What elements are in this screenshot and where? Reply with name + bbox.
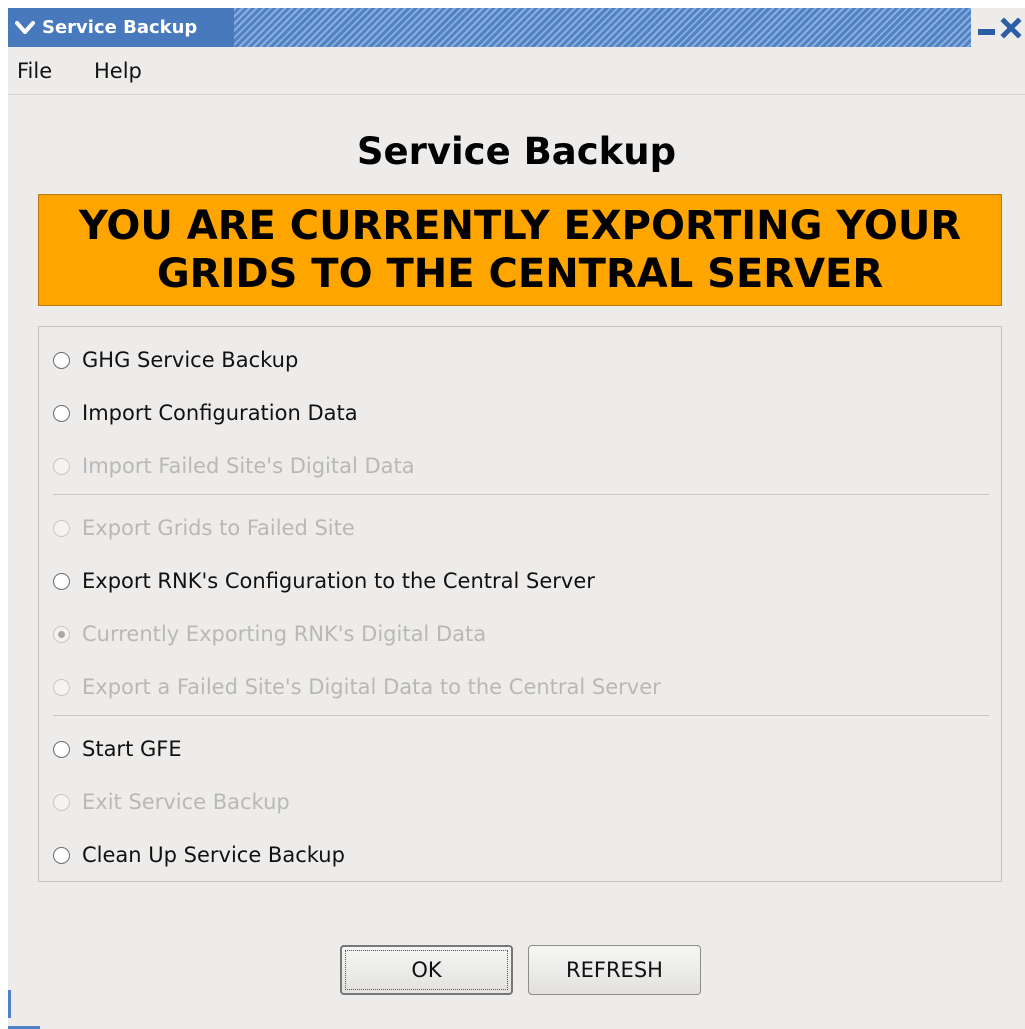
option-ghg-service-backup[interactable]: GHG Service Backup (53, 340, 298, 380)
option-label: Export RNK's Configuration to the Centra… (82, 569, 595, 593)
radio-button[interactable] (53, 740, 70, 758)
option-import-failed-site-digital-data: Import Failed Site's Digital Data (53, 446, 415, 486)
close-button[interactable] (999, 14, 1023, 41)
chevron-down-icon (15, 21, 35, 34)
refresh-button-label: REFRESH (566, 958, 663, 982)
radio-button[interactable] (53, 846, 70, 864)
banner-line-2: GRIDS TO THE CENTRAL SERVER (156, 251, 884, 297)
radio-button (53, 678, 70, 696)
option-export-configuration-central-server[interactable]: Export RNK's Configuration to the Centra… (53, 561, 595, 601)
menu-bar: File Help (8, 47, 1025, 95)
option-clean-up-service-backup[interactable]: Clean Up Service Backup (53, 835, 345, 875)
option-currently-exporting-digital-data: Currently Exporting RNK's Digital Data (53, 614, 486, 654)
radio-button (53, 519, 70, 537)
option-label: Import Configuration Data (82, 401, 358, 425)
window-controls (971, 8, 1025, 47)
banner-line-1: YOU ARE CURRENTLY EXPORTING YOUR (78, 203, 962, 249)
radio-button[interactable] (53, 404, 70, 422)
service-backup-window: Service Backup File Help Service Backup … (8, 8, 1025, 1029)
minimize-button[interactable] (975, 14, 999, 41)
page-title: Service Backup (356, 130, 677, 173)
ok-button[interactable]: OK (340, 945, 513, 995)
separator (53, 715, 989, 716)
radio-button (53, 457, 70, 475)
option-exit-service-backup: Exit Service Backup (53, 782, 290, 822)
options-group: GHG Service Backup Import Configuration … (38, 326, 1002, 882)
desktop-edge (8, 990, 11, 1018)
option-label: Currently Exporting RNK's Digital Data (82, 622, 487, 646)
title-bar[interactable]: Service Backup (8, 8, 1025, 47)
option-label: GHG Service Backup (82, 348, 299, 372)
option-import-configuration-data[interactable]: Import Configuration Data (53, 393, 358, 433)
option-label: Import Failed Site's Digital Data (82, 454, 415, 478)
option-label: Clean Up Service Backup (82, 843, 345, 867)
option-label: Export Grids to Failed Site (82, 516, 355, 540)
ok-button-label: OK (411, 958, 442, 982)
option-label: Start GFE (82, 737, 182, 761)
option-export-grids-to-failed-site: Export Grids to Failed Site (53, 508, 355, 548)
window-title: Service Backup (42, 17, 198, 38)
radio-button[interactable] (53, 351, 70, 369)
export-status-banner: YOU ARE CURRENTLY EXPORTING YOUR GRIDS T… (38, 194, 1002, 306)
radio-button-selected (53, 625, 70, 643)
menu-file[interactable]: File (17, 47, 52, 95)
option-label: Export a Failed Site's Digital Data to t… (82, 675, 661, 699)
radio-button[interactable] (53, 572, 70, 590)
close-icon (1000, 17, 1022, 39)
option-export-failed-site-digital-data: Export a Failed Site's Digital Data to t… (53, 667, 661, 707)
refresh-button[interactable]: REFRESH (528, 945, 701, 995)
radio-button (53, 793, 70, 811)
menu-help[interactable]: Help (94, 47, 142, 95)
option-label: Exit Service Backup (82, 790, 290, 814)
separator (53, 494, 989, 495)
option-start-gfe[interactable]: Start GFE (53, 729, 182, 769)
window-menu-button[interactable] (12, 15, 38, 41)
